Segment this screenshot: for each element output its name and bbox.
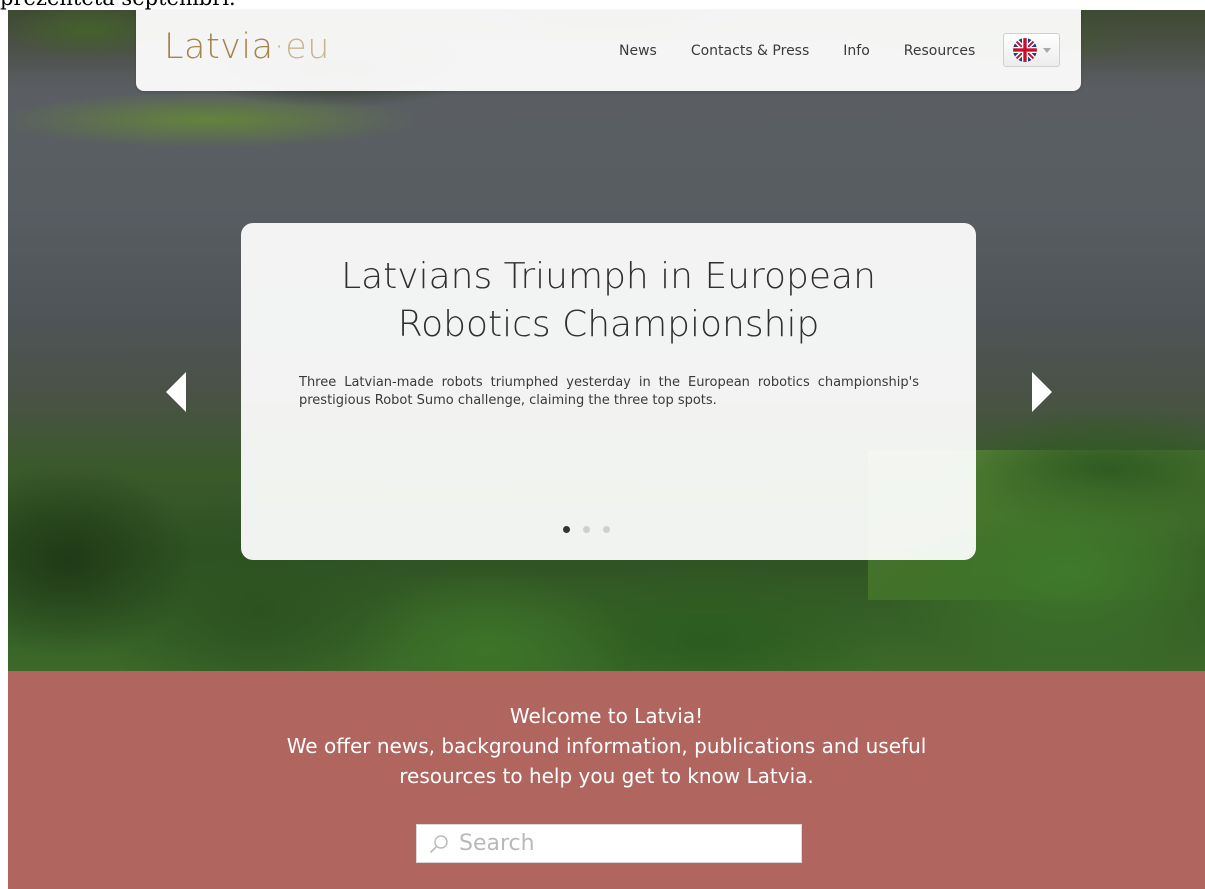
logo-separator: · [273, 27, 286, 67]
slider-dot-1[interactable] [563, 526, 570, 533]
slide-title[interactable]: Latvians Triumph in European Robotics Ch… [271, 253, 946, 349]
search-input[interactable] [457, 827, 791, 860]
welcome-line-3: resources to help you get to know Latvia… [399, 764, 814, 788]
site-logo[interactable]: Latvia·eu [164, 26, 330, 68]
welcome-line-2: We offer news, background information, p… [286, 734, 927, 758]
search-box[interactable] [416, 824, 802, 863]
page-top-text-fragment: prezentēta septembrī. [0, 0, 236, 10]
slide-summary: Three Latvian-made robots triumphed yest… [299, 375, 919, 408]
nav-link-news[interactable]: News [619, 40, 657, 64]
slide-title-line-2: Robotics Championship [397, 304, 820, 345]
uk-flag-icon [1013, 38, 1037, 62]
nav-link-resources[interactable]: Resources [904, 40, 976, 64]
slider-dot-2[interactable] [583, 526, 590, 533]
nav-link-info[interactable]: Info [843, 40, 870, 64]
slider-dot-3[interactable] [603, 526, 610, 533]
slider-prev-button[interactable] [166, 372, 186, 412]
logo-tld: eu [285, 27, 330, 67]
nav-link-contacts-press[interactable]: Contacts & Press [691, 40, 809, 64]
top-navbar: Latvia·eu News Contacts & Press Info Res… [136, 10, 1081, 91]
language-selector-button[interactable] [1003, 33, 1060, 67]
slide-caption-card: Latvians Triumph in European Robotics Ch… [241, 223, 976, 560]
main-nav: News Contacts & Press Info Resources [619, 40, 975, 64]
welcome-message: Welcome to Latvia! We offer news, backgr… [8, 701, 1205, 791]
search-icon [430, 834, 448, 853]
welcome-line-1: Welcome to Latvia! [509, 704, 704, 728]
slider-pagination [563, 526, 610, 533]
welcome-section: Welcome to Latvia! We offer news, backgr… [8, 671, 1205, 889]
chevron-down-icon [1043, 47, 1051, 53]
slide-title-line-1: Latvians Triumph in European [341, 256, 876, 297]
logo-name: Latvia [164, 27, 274, 67]
slider-next-button[interactable] [1032, 372, 1052, 412]
